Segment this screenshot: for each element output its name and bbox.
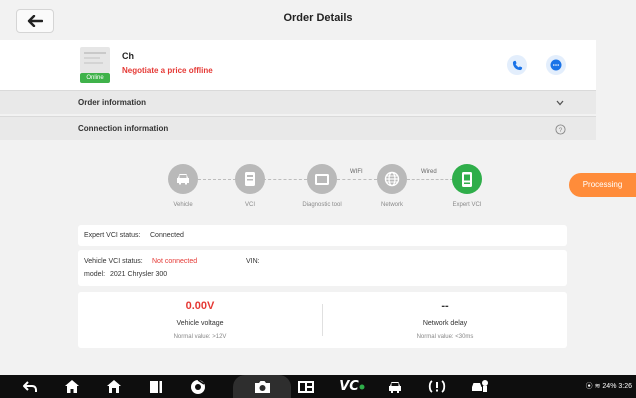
expert-vci-icon <box>452 164 482 194</box>
main-content: Online Ch Negotiate a price offline Orde… <box>0 40 636 375</box>
top-bar: Order Details <box>0 0 636 40</box>
device-thumbnail: Online <box>80 47 110 83</box>
model-label: model: <box>84 271 106 278</box>
vin-label: VIN: <box>246 258 260 265</box>
service-icon[interactable] <box>470 377 490 396</box>
vehicle-voltage-normal: Normal value: >12V <box>173 334 227 340</box>
vehicle-voltage-metric: 0.00V Vehicle voltage Normal value: >12V <box>78 292 322 348</box>
section-connection-information[interactable]: Connection information ? <box>0 116 596 140</box>
network-delay-label: Network delay <box>422 320 468 327</box>
expert-vci-status-value: Connected <box>150 232 184 239</box>
house-icon[interactable] <box>104 377 124 396</box>
system-status-area: ⦿ ≋ 24% 3:26 <box>586 381 632 391</box>
vehicle-vci-status-label: Vehicle VCI status: <box>84 258 143 265</box>
node-vci: VCI <box>220 164 280 216</box>
vci-connected-dot-icon <box>359 384 365 389</box>
screen-icon[interactable] <box>296 377 316 396</box>
node-label: Diagnostic tool <box>302 202 342 208</box>
phone-icon <box>512 60 522 70</box>
node-label: Network <box>380 202 403 208</box>
section-label: Order information <box>78 98 147 107</box>
node-diagnostic-tool: Diagnostic tool <box>292 164 352 216</box>
chat-button[interactable] <box>546 55 566 75</box>
vehicle-voltage-value: 0.00V <box>185 300 215 312</box>
chrome-icon[interactable] <box>188 377 208 396</box>
node-expert-vci: Expert VCI <box>437 164 497 216</box>
node-label: Expert VCI <box>452 202 482 208</box>
expert-vci-status-panel: Expert VCI status: Connected <box>78 225 567 246</box>
camera-icon[interactable] <box>252 377 272 396</box>
vci-icon[interactable]: VC <box>338 377 366 396</box>
tablet-icon <box>307 164 337 194</box>
device-image <box>80 47 110 73</box>
order-note: Negotiate a price offline <box>122 66 213 75</box>
processing-button[interactable]: Processing <box>569 173 636 197</box>
svg-text:?: ? <box>558 126 562 133</box>
chat-icon <box>550 59 562 71</box>
expert-vci-status-label: Expert VCI status: <box>84 232 141 239</box>
node-label: VCI <box>244 202 255 208</box>
vci-text: VC <box>339 379 359 394</box>
vehicle-vci-status-value: Not connected <box>152 258 198 265</box>
status-text: 24% 3:26 <box>602 383 632 390</box>
section-label: Connection information <box>78 124 169 133</box>
tire-pressure-icon[interactable] <box>427 377 447 396</box>
node-label: Vehicle <box>173 202 193 208</box>
page-title: Order Details <box>283 12 353 24</box>
system-navbar: VC ⦿ ≋ 24% 3:26 <box>0 375 636 398</box>
online-badge: Online <box>80 73 110 83</box>
wifi-icon: ≋ <box>594 383 601 390</box>
connection-topology: WIFI Wired Vehicle VCI Diagnostic tool N… <box>0 164 596 216</box>
car-diagnostic-icon[interactable] <box>385 377 405 396</box>
order-name: Ch <box>122 51 134 61</box>
location-icon: ⦿ <box>585 383 593 390</box>
wired-label: Wired <box>421 169 437 175</box>
network-delay-metric: -- Network delay Normal value: <30ms <box>323 292 567 348</box>
vehicle-vci-status-panel: Vehicle VCI status: Not connected VIN: m… <box>78 250 567 286</box>
recent-apps-icon[interactable] <box>146 377 166 396</box>
section-order-information[interactable]: Order information <box>0 90 596 114</box>
metrics-panel: 0.00V Vehicle voltage Normal value: >12V… <box>78 292 567 348</box>
node-vehicle: Vehicle <box>153 164 213 216</box>
network-delay-value: -- <box>441 300 449 312</box>
call-button[interactable] <box>507 55 527 75</box>
globe-icon <box>377 164 407 194</box>
car-icon <box>168 164 198 194</box>
order-card: Online Ch Negotiate a price offline <box>0 40 596 90</box>
network-delay-normal: Normal value: <30ms <box>416 334 474 340</box>
help-icon[interactable]: ? <box>553 122 567 136</box>
vci-device-icon <box>235 164 265 194</box>
node-network: Network <box>362 164 422 216</box>
back-icon[interactable] <box>20 377 40 396</box>
model-value: 2021 Chrysler 300 <box>110 271 168 278</box>
vehicle-voltage-label: Vehicle voltage <box>176 320 224 327</box>
chevron-down-icon[interactable] <box>553 96 567 110</box>
home-icon[interactable] <box>62 377 82 396</box>
